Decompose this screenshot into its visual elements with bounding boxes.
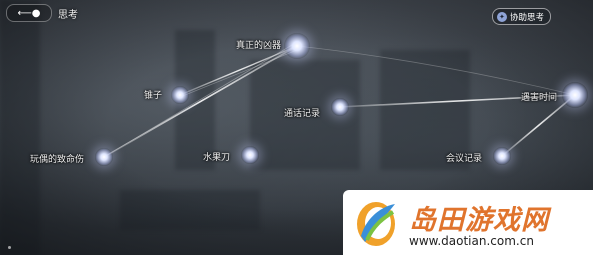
node-true-weapon[interactable]	[284, 33, 310, 59]
assist-think-button[interactable]: ✦ 协助思考	[491, 8, 551, 25]
node-fruit-knife[interactable]	[241, 146, 259, 164]
node-label-call-log: 通话记录	[284, 109, 321, 119]
back-arrow-icon[interactable]: ⟵●	[6, 4, 52, 22]
watermark-title: 岛田游戏网	[409, 205, 549, 236]
link-weapon-time-faint	[296, 45, 576, 96]
node-label-fruit-knife: 水果刀	[203, 153, 231, 163]
watermark-url: www.daotian.com.cn	[409, 234, 534, 248]
watermark-banner: 岛田游戏网 www.daotian.com.cn	[343, 190, 593, 255]
link-meeting-time	[501, 94, 576, 157]
header: ⟵● 思考	[6, 4, 78, 22]
assist-think-label: 协助思考	[509, 12, 544, 23]
node-label-meeting-log: 会议记录	[446, 154, 483, 164]
link-awl-weapon	[179, 45, 298, 96]
node-awl[interactable]	[171, 86, 189, 104]
brain-icon: ✦	[496, 11, 507, 22]
node-meeting-log[interactable]	[493, 147, 511, 165]
node-attack-time[interactable]	[562, 82, 588, 108]
link-awl-weapon-glow	[179, 49, 298, 98]
watermark-logo-icon	[357, 202, 395, 246]
link-doll-weapon	[103, 45, 298, 158]
node-label-attack-time: 遇害时间	[521, 93, 558, 103]
node-label-awl: 锥子	[144, 91, 163, 101]
node-doll-wound[interactable]	[95, 148, 113, 166]
corner-decoration	[8, 246, 11, 249]
page-title: 思考	[58, 9, 78, 21]
node-label-doll-wound: 玩偶的致命伤	[30, 155, 85, 165]
node-call-log[interactable]	[331, 98, 349, 116]
node-label-true-weapon: 真正的凶器	[236, 41, 282, 51]
link-doll-weapon-glow	[103, 41, 298, 158]
